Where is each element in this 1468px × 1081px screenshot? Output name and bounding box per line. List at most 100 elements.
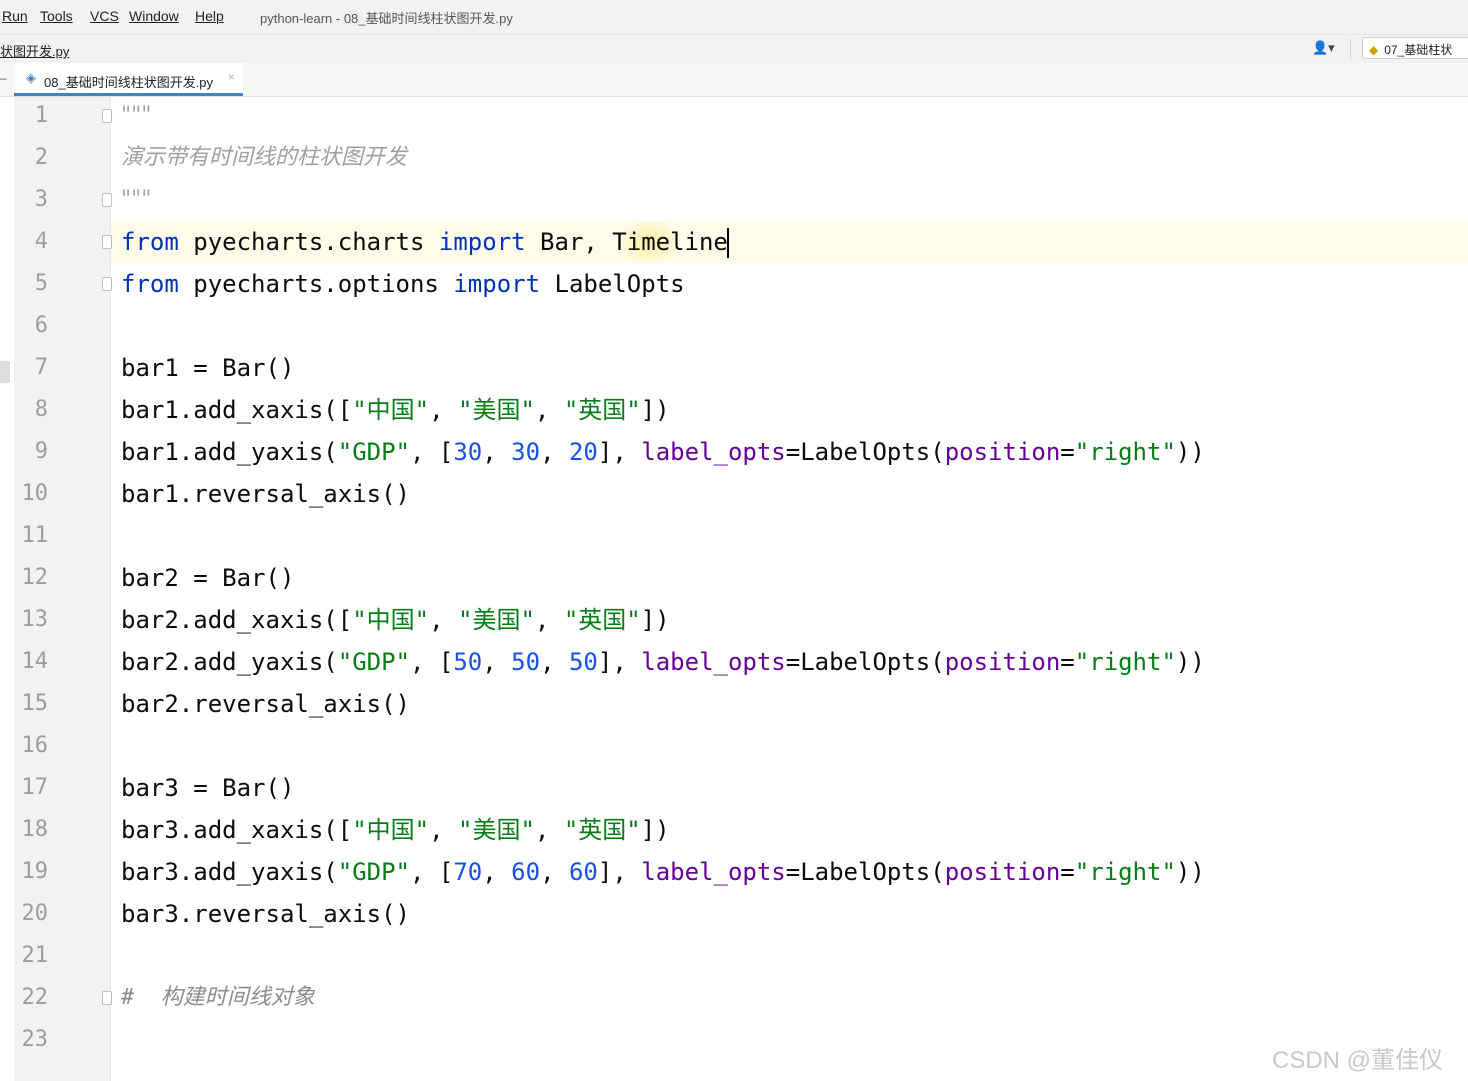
code-token: "中国" bbox=[352, 816, 430, 844]
tab-scroll-left-icon[interactable]: – bbox=[0, 71, 7, 85]
user-menu-icon[interactable]: 👤▾ bbox=[1312, 40, 1335, 56]
line-number[interactable]: 10 bbox=[14, 473, 49, 515]
menu-help[interactable]: Help bbox=[195, 8, 224, 24]
line-number[interactable]: 3 bbox=[14, 179, 48, 221]
code-line[interactable]: bar2.add_xaxis(["中国", "美国", "英国"]) bbox=[121, 599, 670, 641]
code-token: , bbox=[482, 858, 512, 886]
gutter-change-marker bbox=[0, 361, 10, 383]
code-line[interactable]: 演示带有时间线的柱状图开发 bbox=[121, 137, 407, 179]
line-number[interactable]: 7 bbox=[14, 347, 48, 389]
code-token: label_opts bbox=[641, 648, 786, 676]
code-token: "美国" bbox=[458, 606, 535, 634]
code-token: 70 bbox=[453, 858, 483, 886]
line-number[interactable]: 6 bbox=[14, 305, 48, 347]
tab-close-icon[interactable]: × bbox=[228, 70, 235, 84]
code-token: =LabelOpts( bbox=[785, 438, 945, 466]
fold-marker-icon[interactable] bbox=[102, 991, 112, 1005]
code-token: 50 bbox=[453, 648, 483, 676]
code-line[interactable]: bar3.reversal_axis() bbox=[121, 893, 410, 935]
code-line[interactable]: bar1 = Bar() bbox=[121, 347, 294, 389]
toolbar-divider bbox=[1350, 39, 1351, 59]
line-number[interactable]: 18 bbox=[14, 809, 49, 851]
code-token: """ bbox=[121, 103, 152, 128]
code-token: LabelOpts bbox=[540, 270, 685, 298]
code-token: from bbox=[121, 270, 179, 298]
code-token: , bbox=[540, 438, 569, 466]
code-token: = bbox=[1060, 648, 1075, 676]
code-line[interactable]: bar2.reversal_axis() bbox=[121, 683, 410, 725]
code-line[interactable]: """ bbox=[121, 97, 151, 137]
code-token: =LabelOpts( bbox=[785, 858, 945, 886]
code-token: bar3.add_xaxis([ bbox=[121, 816, 353, 844]
breadcrumb-file[interactable]: 状图开发.py bbox=[0, 41, 69, 60]
code-token: "right" bbox=[1074, 858, 1176, 886]
line-number[interactable]: 16 bbox=[14, 725, 49, 767]
code-token: position bbox=[944, 858, 1061, 886]
code-token: 50 bbox=[511, 648, 541, 676]
run-configuration-select[interactable]: ◆ 07_基础柱状 bbox=[1362, 37, 1468, 59]
code-token: , bbox=[534, 396, 564, 424]
line-number[interactable]: 14 bbox=[14, 641, 49, 683]
code-token: = bbox=[1060, 858, 1075, 886]
code-line[interactable]: """ bbox=[121, 179, 151, 221]
code-token: "中国" bbox=[352, 606, 430, 634]
code-line[interactable]: bar3.add_xaxis(["中国", "美国", "英国"]) bbox=[121, 809, 670, 851]
code-token: 60 bbox=[568, 858, 598, 886]
fold-marker-icon[interactable] bbox=[102, 109, 112, 123]
code-token: , [ bbox=[410, 648, 454, 676]
line-number[interactable]: 2 bbox=[14, 137, 48, 179]
code-token: bar1.add_xaxis([ bbox=[121, 396, 353, 424]
line-number[interactable]: 4 bbox=[14, 221, 48, 263]
code-token: from bbox=[121, 228, 179, 256]
menu-bar: Run Tools VCS Window Help python-learn -… bbox=[0, 0, 1468, 34]
line-number[interactable]: 19 bbox=[14, 851, 49, 893]
code-line[interactable]: bar2 = Bar() bbox=[121, 557, 294, 599]
window-title: python-learn - 08_基础时间线柱状图开发.py bbox=[260, 11, 513, 26]
code-token: label_opts bbox=[641, 438, 786, 466]
line-number[interactable]: 20 bbox=[14, 893, 49, 935]
code-line[interactable]: bar1.reversal_axis() bbox=[121, 473, 410, 515]
code-token: "GDP" bbox=[337, 858, 410, 886]
code-line[interactable]: bar1.add_xaxis(["中国", "美国", "英国"]) bbox=[121, 389, 670, 431]
line-number[interactable]: 23 bbox=[14, 1019, 49, 1061]
code-token: , [ bbox=[410, 438, 454, 466]
line-number[interactable]: 9 bbox=[14, 431, 48, 473]
code-editor[interactable]: 1 """ 2 演示带有时间线的柱状图开发 3 """ 4 from pyecharts.ch… bbox=[0, 97, 1468, 1081]
code-token: 30 bbox=[453, 438, 483, 466]
menu-vcs[interactable]: VCS bbox=[90, 8, 119, 24]
line-number[interactable]: 15 bbox=[14, 683, 49, 725]
code-line[interactable]: bar3.add_yaxis("GDP", [70, 60, 60], labe… bbox=[121, 851, 1205, 893]
line-number[interactable]: 1 bbox=[14, 97, 48, 137]
fold-marker-icon[interactable] bbox=[102, 277, 112, 291]
line-number[interactable]: 17 bbox=[14, 767, 49, 809]
code-token: """ bbox=[121, 187, 152, 212]
code-line[interactable]: from pyecharts.charts import Bar, Timeli… bbox=[121, 221, 729, 263]
line-number[interactable]: 11 bbox=[14, 515, 49, 557]
code-line[interactable]: bar2.add_yaxis("GDP", [50, 50, 50], labe… bbox=[121, 641, 1205, 683]
menu-run[interactable]: Run bbox=[2, 8, 28, 24]
code-token: = bbox=[1060, 438, 1075, 466]
code-token: ], bbox=[597, 648, 642, 676]
line-number[interactable]: 8 bbox=[14, 389, 48, 431]
navigation-bar: 状图开发.py 👤▾ ◆ 07_基础柱状 bbox=[0, 34, 1468, 64]
code-token: , [ bbox=[410, 858, 454, 886]
fold-marker-icon[interactable] bbox=[102, 235, 112, 249]
code-token: 30 bbox=[511, 438, 541, 466]
menu-tools[interactable]: Tools bbox=[40, 8, 73, 24]
fold-marker-icon[interactable] bbox=[102, 193, 112, 207]
line-number[interactable]: 5 bbox=[14, 263, 48, 305]
code-token: ], bbox=[597, 438, 642, 466]
menu-window[interactable]: Window bbox=[129, 8, 179, 24]
code-token: "英国" bbox=[563, 816, 641, 844]
code-token: , bbox=[482, 438, 512, 466]
code-line[interactable]: from pyecharts.options import LabelOpts bbox=[121, 263, 685, 305]
code-line[interactable]: bar3 = Bar() bbox=[121, 767, 294, 809]
code-token: bar2.reversal_axis() bbox=[121, 690, 410, 718]
line-number[interactable]: 22 bbox=[14, 977, 49, 1019]
tab-active-file[interactable]: ◈ 08_基础时间线柱状图开发.py × bbox=[14, 63, 243, 96]
code-line[interactable]: bar1.add_yaxis("GDP", [30, 30, 20], labe… bbox=[121, 431, 1205, 473]
line-number[interactable]: 21 bbox=[14, 935, 49, 977]
code-line[interactable]: # 构建时间线对象 bbox=[121, 977, 315, 1019]
line-number[interactable]: 13 bbox=[14, 599, 49, 641]
line-number[interactable]: 12 bbox=[14, 557, 49, 599]
